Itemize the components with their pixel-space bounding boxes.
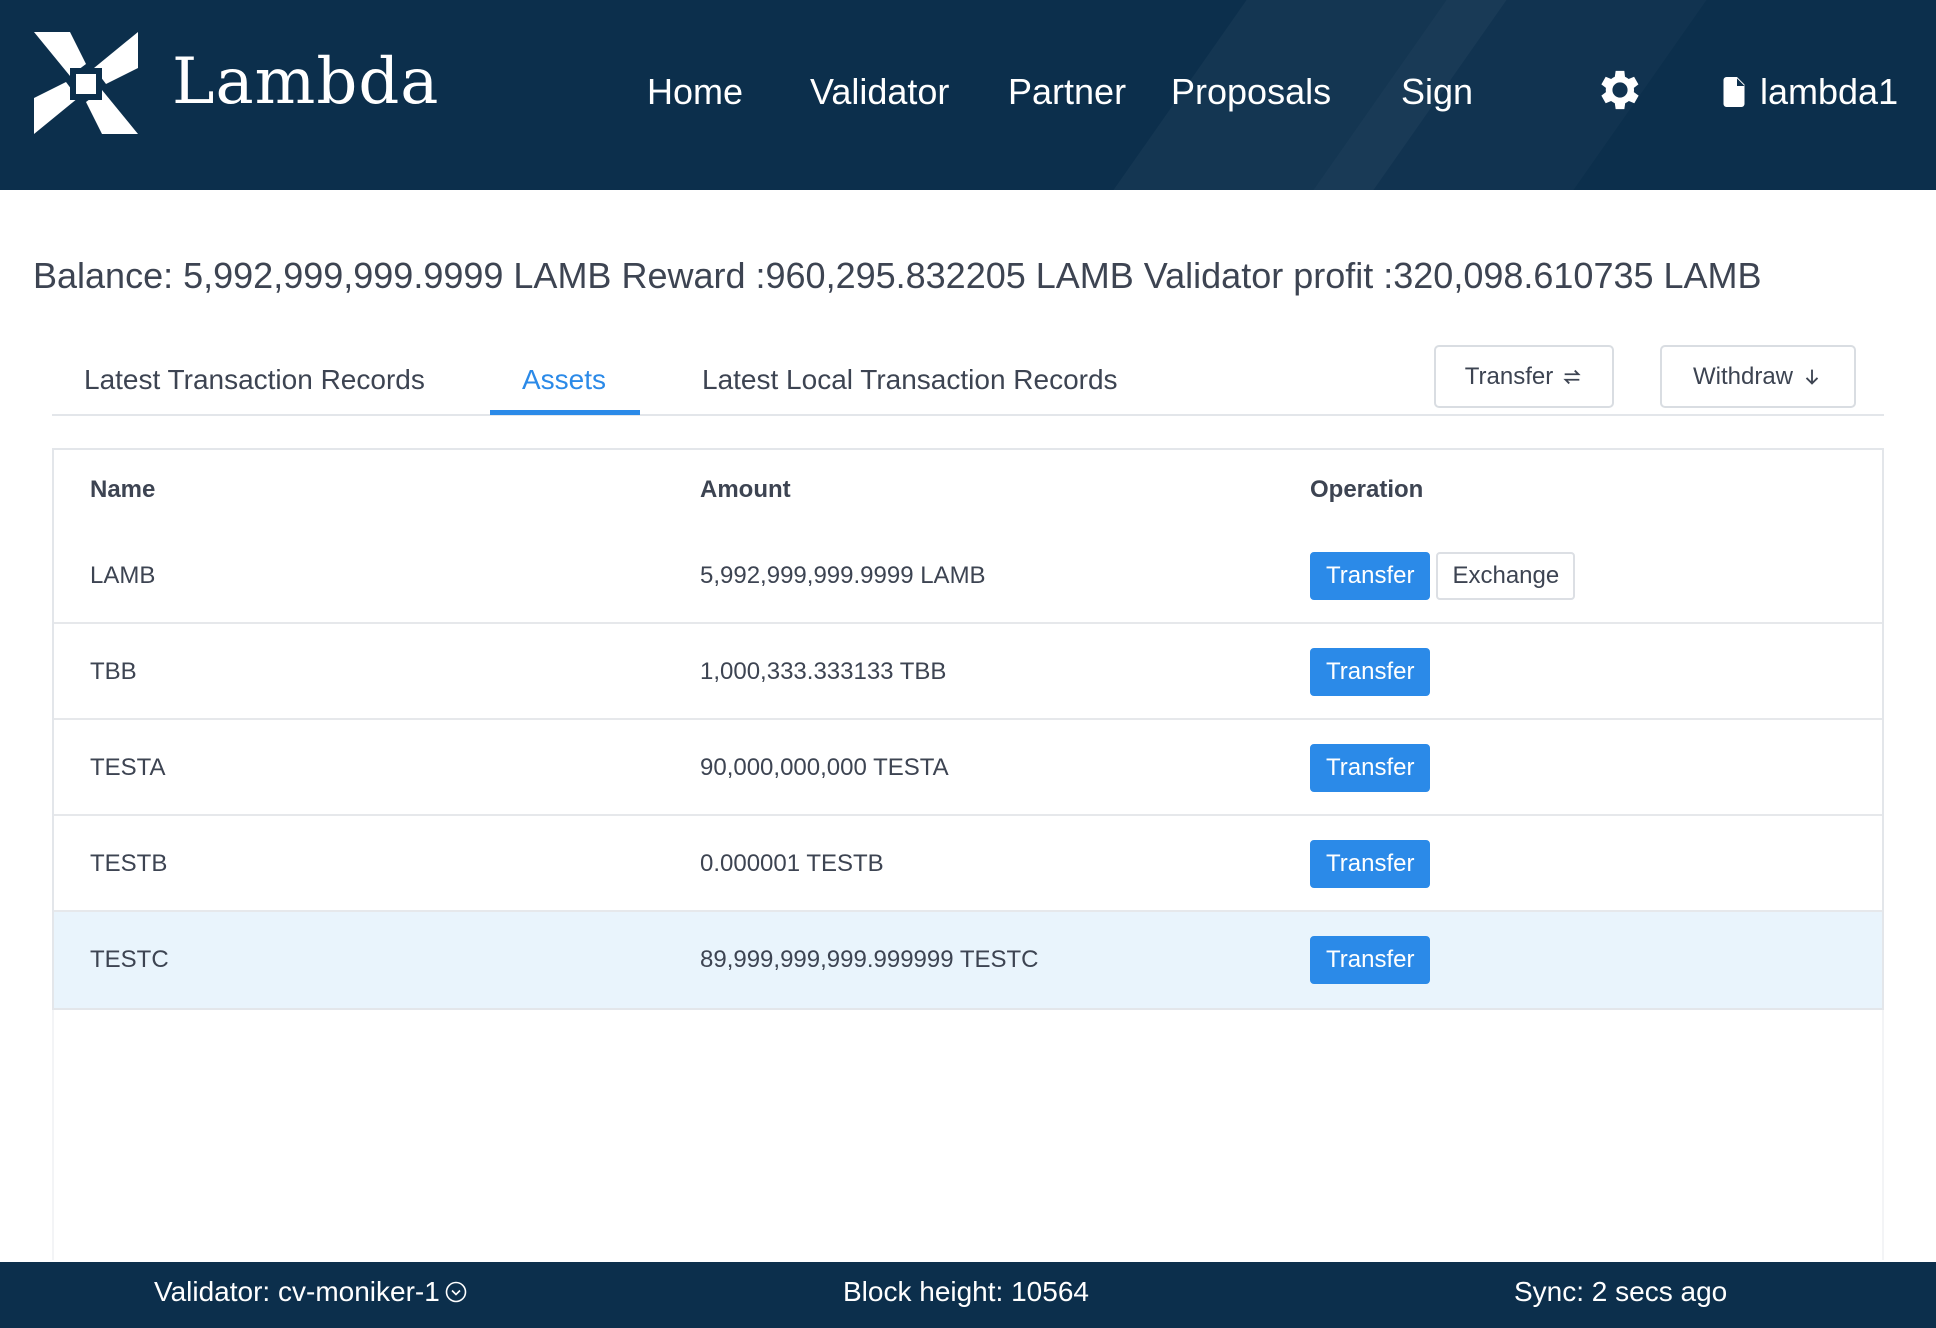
gear-icon[interactable] (1594, 64, 1646, 116)
table-row: TESTB 0.000001 TESTB Transfer (54, 816, 1882, 912)
active-tab-indicator (490, 410, 640, 415)
validator-status: Validator: cv-moniker-1 (154, 1276, 440, 1307)
nav-partner[interactable]: Partner (1008, 70, 1126, 114)
table-row: TESTC 89,999,999,999.999999 TESTC Transf… (54, 912, 1882, 1008)
row-transfer-button[interactable]: Transfer (1310, 936, 1431, 984)
arrow-down-icon (1805, 369, 1819, 385)
tab-latest-transaction-records[interactable]: Latest Transaction Records (84, 364, 425, 396)
row-transfer-button[interactable]: Transfer (1310, 648, 1431, 696)
asset-amount: 1,000,333.333133 TBB (700, 658, 947, 685)
transfer-button-label: Transfer (1464, 362, 1554, 390)
asset-amount: 0.000001 TESTB (700, 850, 884, 877)
tab-assets[interactable]: Assets (522, 364, 606, 396)
withdraw-button-label: Withdraw (1692, 362, 1794, 390)
nav-proposals[interactable]: Proposals (1171, 70, 1331, 114)
table-bottom-border (52, 1008, 1884, 1010)
column-header-amount: Amount (700, 476, 791, 503)
nav-home[interactable]: Home (647, 70, 743, 114)
block-height: Block height: 10564 (843, 1276, 1089, 1307)
row-exchange-button[interactable]: Exchange (1436, 552, 1576, 600)
panel-right-border (1882, 1010, 1884, 1260)
asset-name: TESTC (90, 946, 169, 973)
table-row: LAMB 5,992,999,999.9999 LAMB Transfer Ex… (54, 528, 1882, 624)
asset-name: TBB (90, 658, 137, 685)
table-row: TESTA 90,000,000,000 TESTA Transfer (54, 720, 1882, 816)
status-footer: Validator: cv-moniker-1 Block height: 10… (0, 1262, 1936, 1328)
brand-name[interactable]: Lambda (172, 50, 439, 114)
panel-left-border (52, 1010, 54, 1260)
swap-arrows-icon (1563, 369, 1581, 384)
row-transfer-button[interactable]: Transfer (1310, 840, 1431, 888)
column-header-name: Name (90, 476, 156, 503)
asset-name: TESTA (90, 754, 166, 781)
withdraw-button[interactable]: Withdraw (1660, 345, 1856, 408)
chevron-down-circle-icon[interactable] (444, 1280, 468, 1304)
account-selector[interactable]: lambda1 (1722, 70, 1898, 114)
tab-latest-local-transaction-records[interactable]: Latest Local Transaction Records (702, 364, 1118, 396)
top-navbar: Lambda Home Validator Partner Proposals … (0, 0, 1936, 190)
lambda-logo-icon[interactable] (30, 28, 142, 138)
sync-status: Sync: 2 secs ago (1514, 1276, 1728, 1307)
column-header-operation: Operation (1310, 476, 1424, 503)
row-transfer-button[interactable]: Transfer (1310, 744, 1431, 792)
balance-summary: Balance: 5,992,999,999.9999 LAMB Reward … (33, 255, 1762, 296)
nav-validator[interactable]: Validator (810, 70, 949, 114)
nav-sign[interactable]: Sign (1401, 70, 1473, 114)
asset-amount: 89,999,999,999.999999 TESTC (700, 946, 1039, 973)
account-name: lambda1 (1760, 71, 1899, 112)
row-transfer-button[interactable]: Transfer (1310, 552, 1431, 600)
asset-name: TESTB (90, 850, 168, 877)
document-icon (1723, 77, 1745, 107)
asset-amount: 5,992,999,999.9999 LAMB (700, 562, 986, 589)
transfer-button[interactable]: Transfer (1434, 345, 1614, 408)
validator-selector[interactable]: Validator: cv-moniker-1 (154, 1276, 468, 1308)
table-row: TBB 1,000,333.333133 TBB Transfer (54, 624, 1882, 720)
asset-name: LAMB (90, 562, 156, 589)
asset-amount: 90,000,000,000 TESTA (700, 754, 949, 781)
